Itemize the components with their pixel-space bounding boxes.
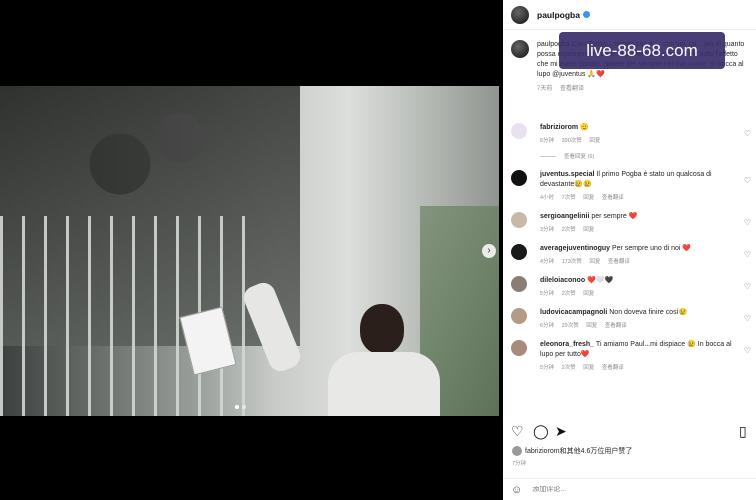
comment-user[interactable]: eleonora_fresh_	[540, 341, 594, 348]
comment-time: 6分钟	[540, 138, 555, 144]
comment-reply[interactable]: 回复	[583, 365, 594, 371]
player-head	[360, 304, 404, 354]
comment-likes[interactable]: 2次赞	[562, 291, 576, 297]
view-replies-label[interactable]: 查看回复 (6)	[564, 152, 594, 160]
send-icon[interactable]: ➤	[555, 422, 567, 440]
comment-avatar[interactable]	[511, 244, 527, 260]
comments-list: fabriziorom 🫡 6分钟 390次赞 回复 ♡ 查看回复 (6) ju…	[511, 123, 751, 382]
heart-icon[interactable]: ♡	[744, 346, 751, 355]
caption-time: 7天前	[537, 86, 553, 92]
post-time: 7分钟	[512, 461, 527, 467]
comment-user[interactable]: dileloiaconoo	[540, 277, 585, 284]
comment-input[interactable]	[532, 486, 713, 493]
comment-item: fabriziorom 🫡 6分钟 390次赞 回复 ♡	[511, 123, 751, 146]
comment-text: 🫡	[580, 124, 589, 131]
comment-time: 5分钟	[540, 291, 555, 297]
heart-icon[interactable]: ♡	[744, 218, 751, 227]
comment-text: Per sempre uno di noi ❤️	[611, 245, 692, 252]
heart-icon[interactable]: ♡	[744, 282, 751, 291]
emoji-icon[interactable]: ☺	[511, 484, 522, 496]
chevron-right-icon[interactable]: ›	[482, 244, 496, 258]
media-viewer: ›	[0, 0, 503, 500]
comment-likes[interactable]: 2次赞	[562, 227, 576, 233]
comment-item: sergioangelinii per sempre ❤️ 3分钟 2次赞 回复…	[511, 212, 751, 235]
caption-translate[interactable]: 查看翻译	[560, 86, 584, 92]
comment-item: juventus.special Il primo Pogba è stato …	[511, 170, 751, 203]
caption-avatar[interactable]	[511, 40, 529, 58]
avatar[interactable]	[511, 5, 529, 24]
comment-item: eleonora_fresh_ Ti amiamo Paul...mi disp…	[511, 340, 751, 373]
likes-text[interactable]: fabriziorom和其他4.6万位用户赞了	[525, 446, 632, 456]
comment-user[interactable]: juventus.special	[540, 171, 594, 178]
carousel-dot	[242, 405, 246, 409]
comment-time: 5分钟	[540, 365, 555, 371]
comment-translate[interactable]: 查看翻译	[608, 259, 630, 265]
comment-avatar[interactable]	[511, 340, 527, 356]
comment-user[interactable]: fabriziorom	[540, 124, 578, 131]
comment-reply[interactable]: 回复	[586, 323, 597, 329]
comment-likes[interactable]: 173次赞	[562, 259, 582, 265]
comment-translate[interactable]: 查看翻译	[605, 323, 627, 329]
comment-user[interactable]: ludovicacampagnoli	[540, 309, 607, 316]
watermark-banner: live-88-68.com	[559, 32, 725, 69]
carousel-dot	[235, 405, 239, 409]
comment-translate[interactable]: 查看翻译	[602, 365, 624, 371]
comment-reply[interactable]: 回复	[583, 227, 594, 233]
carousel-dots	[235, 405, 246, 409]
comment-likes[interactable]: 29次赞	[562, 323, 579, 329]
comment-icon[interactable]: ◯	[533, 422, 549, 440]
action-bar: ♡ ◯ ➤ ▯	[505, 422, 754, 440]
comment-likes[interactable]: 2次赞	[562, 365, 576, 371]
divider	[540, 155, 556, 157]
view-replies[interactable]: 查看回复 (6)	[540, 152, 751, 160]
username[interactable]: paulpogba	[537, 10, 580, 20]
bookmark-icon[interactable]: ▯	[739, 422, 747, 440]
post-photo[interactable]	[0, 86, 499, 416]
comment-item: averagejuventinoguy Per sempre uno di no…	[511, 244, 751, 267]
comment-user[interactable]: sergioangelinii	[540, 213, 589, 220]
heart-icon[interactable]: ♡	[511, 422, 524, 440]
comment-reply[interactable]: 回复	[589, 259, 600, 265]
verified-icon	[582, 11, 590, 18]
comment-translate[interactable]: 查看翻译	[602, 195, 624, 201]
comment-reply[interactable]: 回复	[583, 291, 594, 297]
post-header: paulpogba	[503, 0, 756, 30]
comment-item: ludovicacampagnoli Non doveva finire cos…	[511, 308, 751, 331]
comment-text: Non doveva finire così😢	[609, 309, 688, 316]
comment-bar: ☺	[503, 478, 756, 500]
comment-text: per sempre ❤️	[591, 213, 638, 220]
comment-likes[interactable]: 390次赞	[562, 138, 582, 144]
heart-icon[interactable]: ♡	[744, 129, 751, 138]
comment-avatar[interactable]	[511, 212, 527, 228]
player-figure	[318, 304, 440, 416]
heart-icon[interactable]: ♡	[744, 176, 751, 185]
comment-user[interactable]: averagejuventinoguy	[540, 245, 610, 252]
heart-icon[interactable]: ♡	[744, 250, 751, 259]
comment-text: ❤️🤍🖤	[587, 277, 614, 284]
heart-icon[interactable]: ♡	[744, 314, 751, 323]
comment-time: 4小时	[540, 195, 555, 201]
comment-avatar[interactable]	[511, 123, 527, 139]
comment-reply[interactable]: 回复	[583, 195, 594, 201]
liker-avatar	[512, 446, 522, 456]
comment-likes[interactable]: 7次赞	[562, 195, 576, 201]
comment-avatar[interactable]	[511, 276, 527, 292]
comment-time: 4分钟	[540, 259, 555, 265]
comment-time: 3分钟	[540, 227, 555, 233]
likes-row[interactable]: fabriziorom和其他4.6万位用户赞了	[512, 446, 632, 456]
player-shirt	[328, 352, 440, 416]
comment-time: 6分钟	[540, 323, 555, 329]
comment-avatar[interactable]	[511, 170, 527, 186]
comment-avatar[interactable]	[511, 308, 527, 324]
comment-item: dileloiaconoo ❤️🤍🖤 5分钟 2次赞 回复 ♡	[511, 276, 751, 299]
comment-reply[interactable]: 回复	[589, 138, 600, 144]
